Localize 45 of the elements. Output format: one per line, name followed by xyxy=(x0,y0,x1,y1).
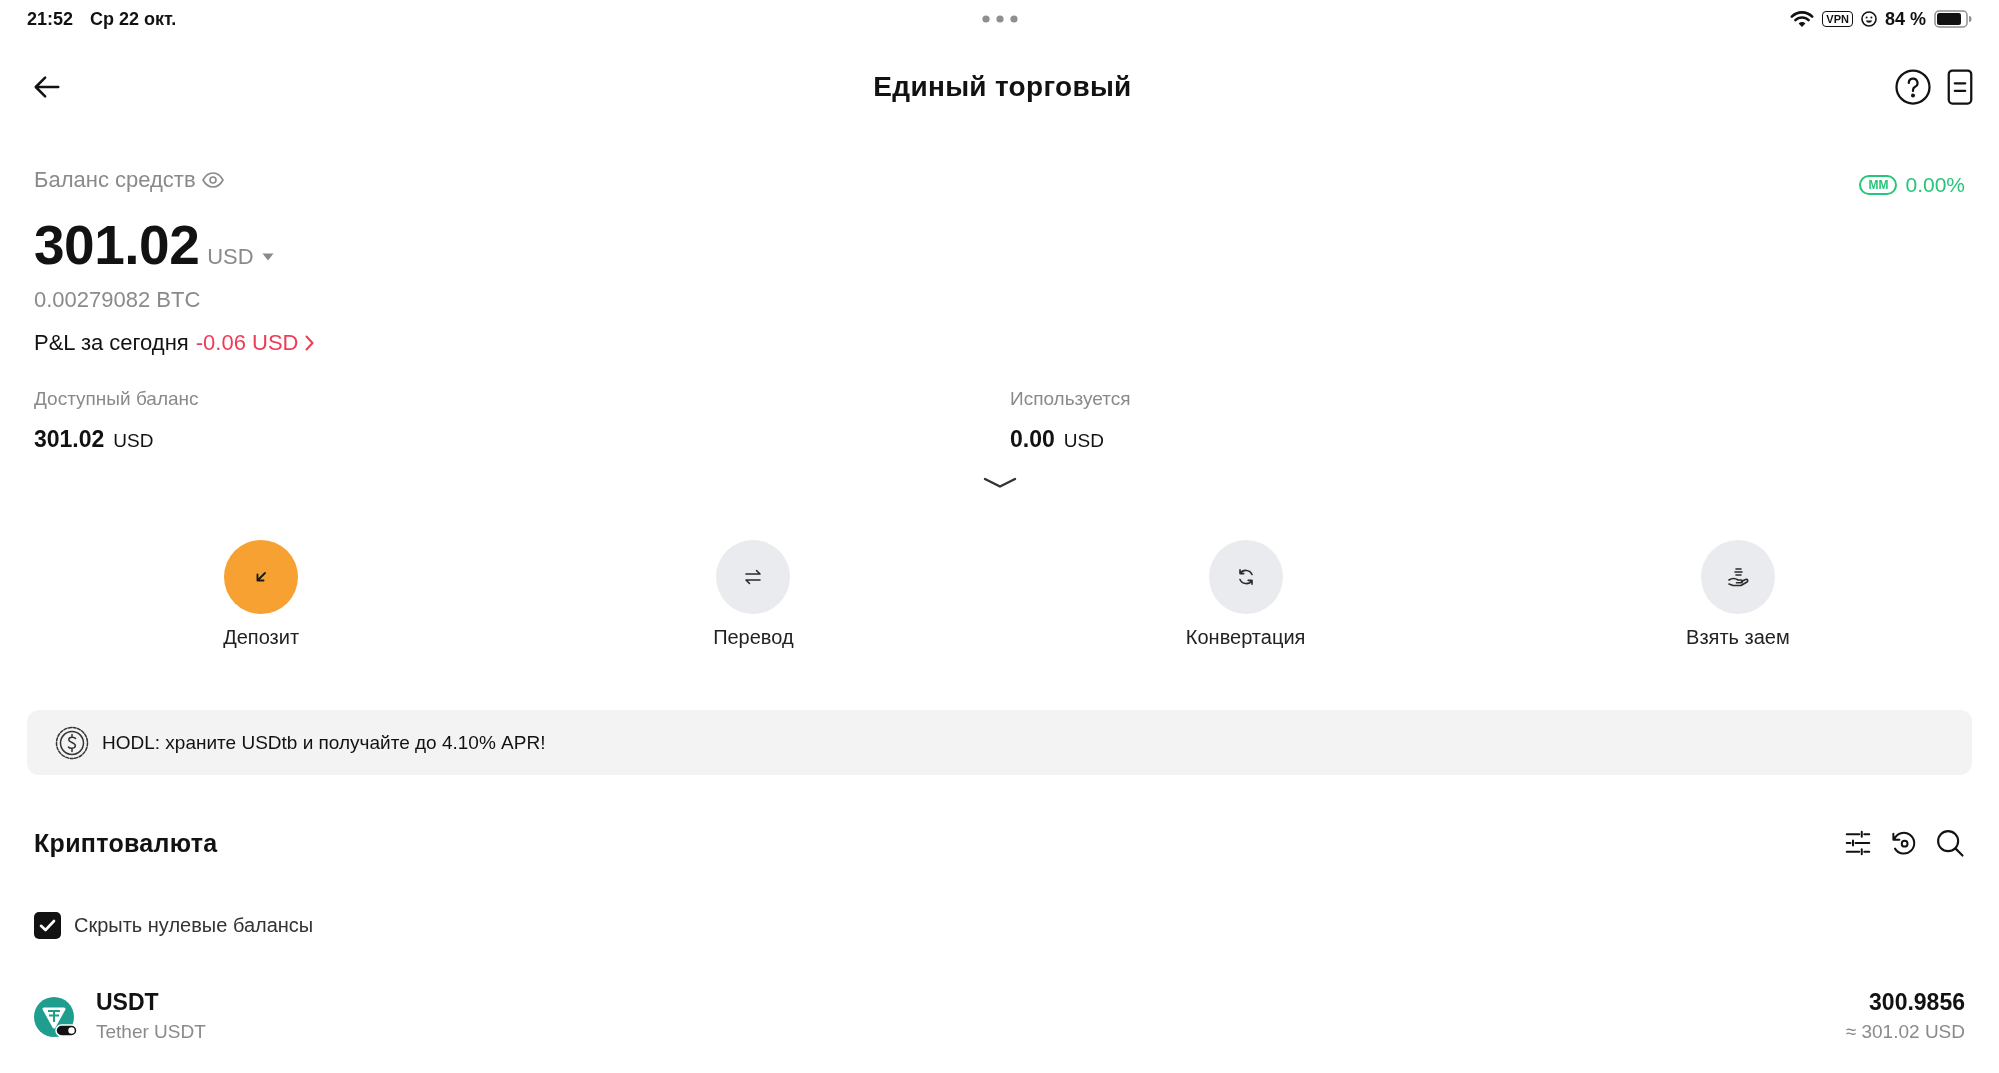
summary-currency: USD xyxy=(1063,429,1104,453)
help-icon[interactable] xyxy=(1895,69,1931,105)
banner-text: HODL: храните USDtb и получайте до 4.10% APR! xyxy=(102,731,546,754)
caret-icon xyxy=(261,253,274,261)
battery-icon xyxy=(1934,10,1972,28)
pnl-label: P&L за сегодня xyxy=(34,329,189,357)
status-date: Ср 22 окт. xyxy=(90,8,177,30)
action-button[interactable]: Депозит xyxy=(15,540,508,649)
balance-label: Баланс средств xyxy=(34,167,196,193)
margin-ratio: 0.00% xyxy=(1905,173,1965,197)
eye-icon[interactable] xyxy=(201,172,224,188)
section-title: Криптовалюта xyxy=(34,828,218,858)
chevron-down-icon[interactable] xyxy=(982,477,1017,489)
chevron-right-icon[interactable] xyxy=(305,335,315,351)
margin-mode-tag: MM xyxy=(1859,175,1898,195)
dollar-coin-icon xyxy=(55,725,89,760)
checkbox[interactable] xyxy=(34,911,61,939)
asset-name: Tether USDT xyxy=(96,1020,206,1044)
asset-value: ≈ 301.02 USD xyxy=(1845,1020,1965,1044)
pnl-value[interactable]: -0.06 USD xyxy=(195,329,299,357)
sliders-icon[interactable] xyxy=(1843,828,1873,858)
promo-banner[interactable]: HODL: храните USDtb и получайте до 4.10% APR! xyxy=(27,710,1972,775)
wifi-icon xyxy=(1790,10,1815,28)
page-title: Единый торговый xyxy=(873,71,1132,103)
battery-percent: 84 % xyxy=(1884,8,1926,30)
more-dots-icon[interactable] xyxy=(981,15,1018,23)
btc-equivalent: 0.00279082 BTC xyxy=(34,286,201,314)
balance-amount: 301.02 xyxy=(34,213,200,277)
action-button[interactable]: Конвертация xyxy=(999,540,1492,649)
coin-icon xyxy=(34,996,78,1037)
summary-amount: 301.02 xyxy=(34,425,105,454)
summary-amount: 0.00 xyxy=(1010,425,1055,454)
search-icon[interactable] xyxy=(1935,828,1965,858)
asset-amount: 300.9856 xyxy=(1869,988,1965,1016)
summary-label: Доступный баланс xyxy=(34,387,199,411)
action-button[interactable]: Взять заем xyxy=(1491,540,1984,649)
asset-symbol: USDT xyxy=(96,988,159,1016)
checkbox-label[interactable]: Скрыть нулевые балансы xyxy=(74,913,314,937)
document-icon[interactable] xyxy=(1947,69,1973,105)
status-time: 21:52 xyxy=(27,8,74,30)
summary-currency: USD xyxy=(113,429,154,453)
smiley-icon xyxy=(1860,11,1877,27)
summary-label: Используется xyxy=(1010,387,1131,411)
action-button[interactable]: Перевод xyxy=(507,540,1000,649)
vpn-indicator: VPN xyxy=(1822,11,1853,27)
